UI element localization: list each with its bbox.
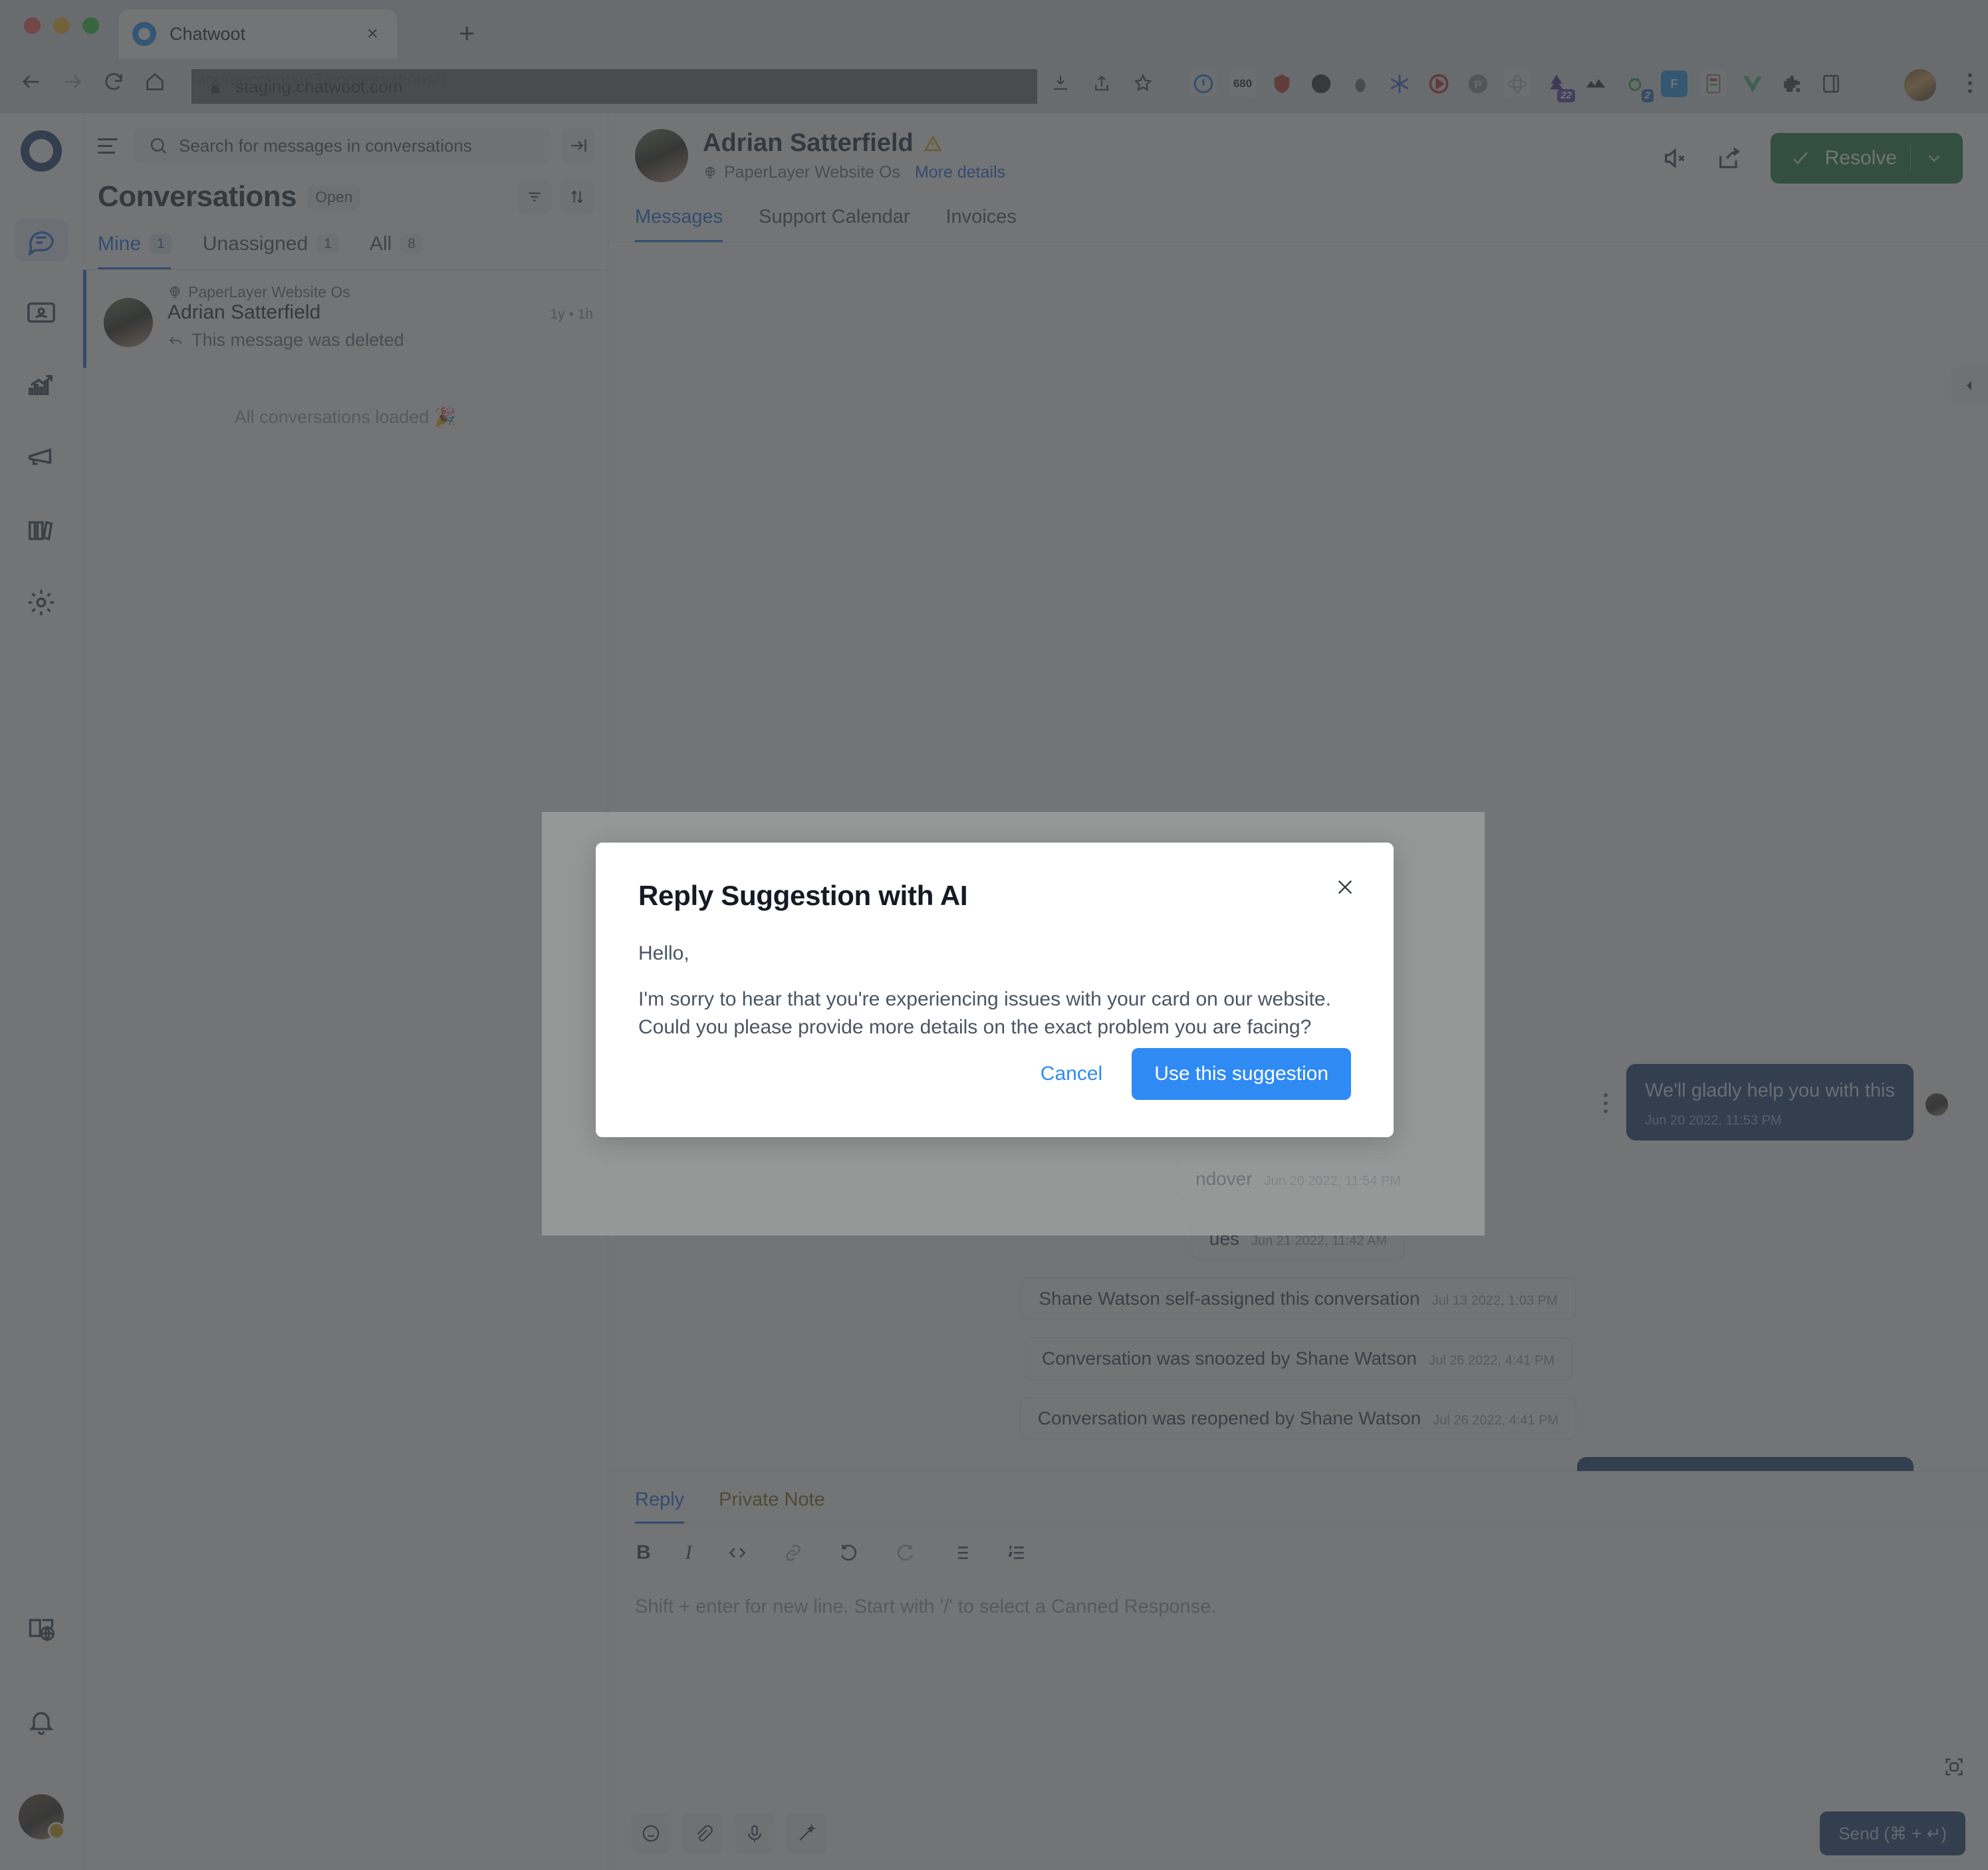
suggestion-greeting: Hello, xyxy=(638,940,1351,968)
modal-body: Hello, I'm sorry to hear that you're exp… xyxy=(638,940,1351,1042)
reply-suggestion-modal: Reply Suggestion with AI Hello, I'm sorr… xyxy=(596,843,1394,1137)
modal-title: Reply Suggestion with AI xyxy=(638,880,1351,912)
suggestion-text: I'm sorry to hear that you're experienci… xyxy=(638,986,1351,1042)
cancel-button[interactable]: Cancel xyxy=(1021,1049,1122,1099)
close-icon[interactable] xyxy=(1330,872,1360,902)
use-this-suggestion-button[interactable]: Use this suggestion xyxy=(1132,1048,1351,1100)
